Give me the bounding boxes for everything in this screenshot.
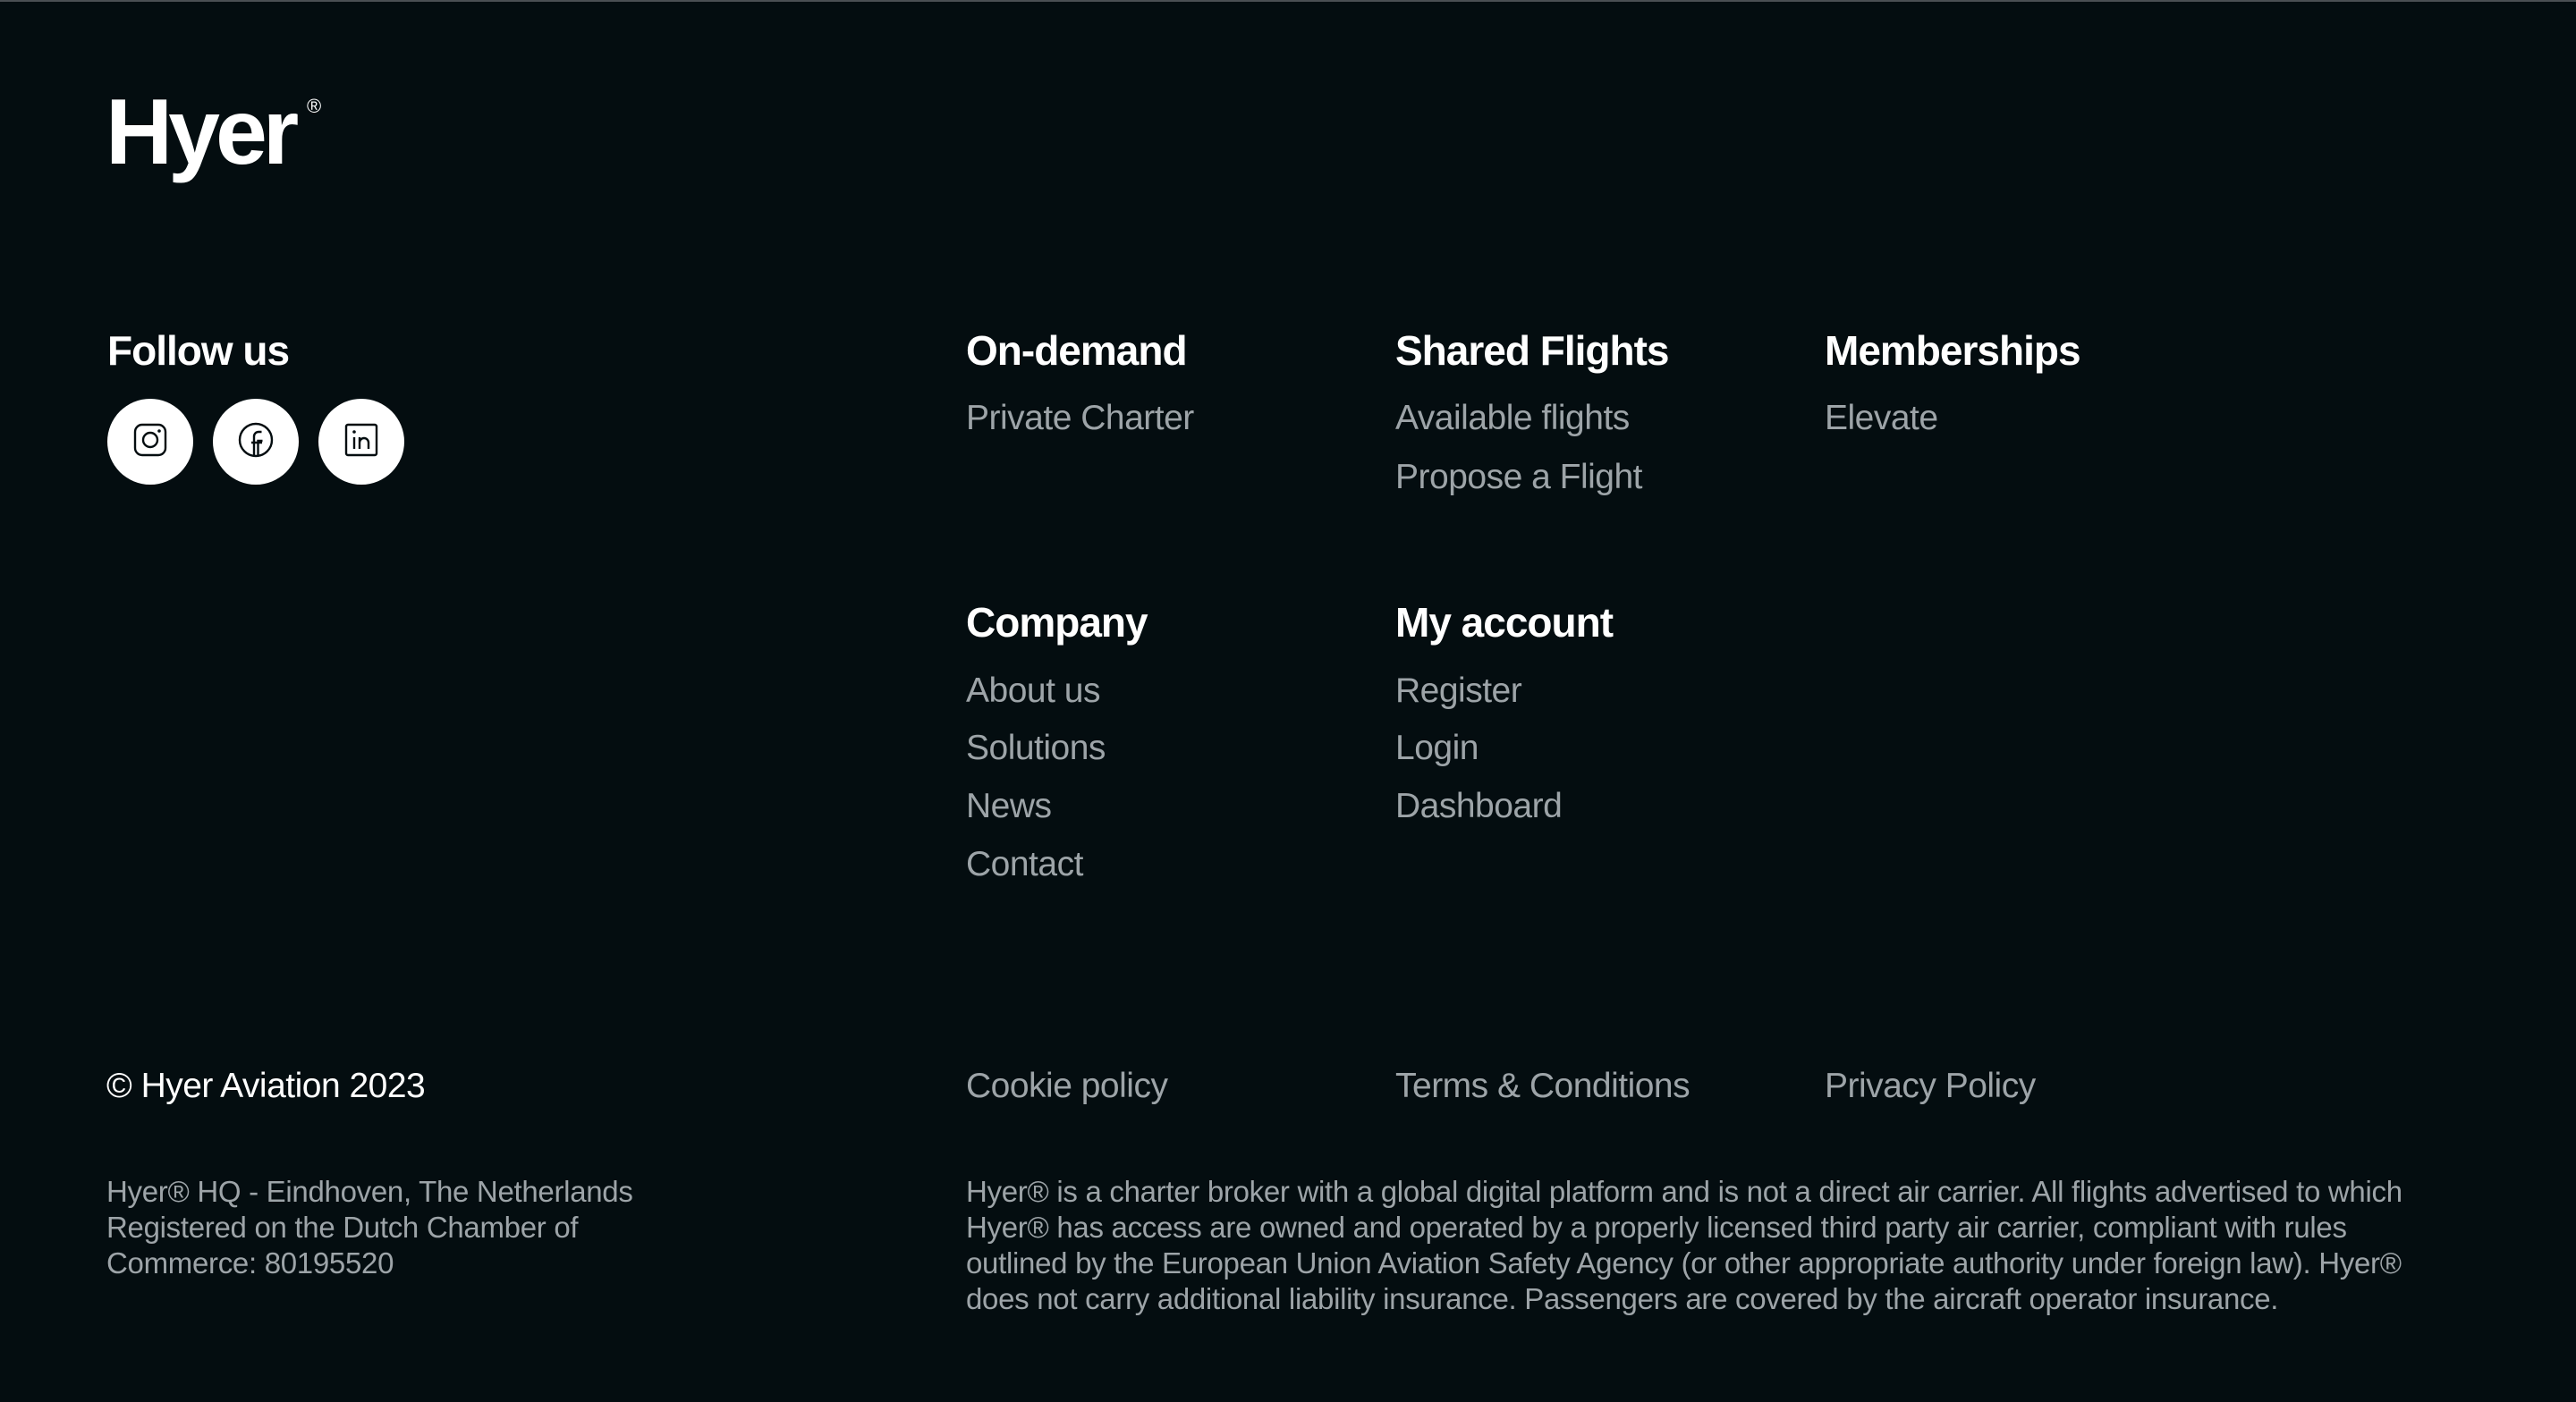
available-flights-link[interactable]: Available flights [1395,401,1630,435]
hyer-logo[interactable]: Hyer ® [106,86,321,179]
terms-conditions-link[interactable]: Terms & Conditions [1395,1068,1690,1103]
facebook-button[interactable] [213,399,299,485]
disclaimer-line: Hyer® is a charter broker with a global … [966,1175,2402,1208]
disclaimer-line: Hyer® has access are owned and operated … [966,1211,2347,1244]
privacy-policy-link[interactable]: Privacy Policy [1825,1068,2036,1103]
instagram-button[interactable] [107,399,193,485]
facebook-icon [237,421,275,463]
legal-disclaimer: Hyer® is a charter broker with a global … [966,1174,2540,1317]
memberships-heading: Memberships [1825,327,2081,374]
site-footer: Hyer ® Follow us On-demand Private Chart… [0,0,2576,1402]
about-us-link[interactable]: About us [966,673,1100,708]
linkedin-button[interactable] [318,399,404,485]
linkedin-icon [343,422,379,462]
register-link[interactable]: Register [1395,673,1522,708]
disclaimer-line: does not carry additional liability insu… [966,1282,2279,1315]
news-link[interactable]: News [966,789,1052,823]
elevate-link[interactable]: Elevate [1825,401,1938,435]
login-link[interactable]: Login [1395,731,1479,765]
shared-flights-heading: Shared Flights [1395,327,1669,374]
private-charter-link[interactable]: Private Charter [966,401,1194,435]
disclaimer-line: outlined by the European Union Aviation … [966,1246,2402,1280]
company-heading: Company [966,599,1148,646]
address-line: Registered on the Dutch Chamber of [106,1211,579,1244]
contact-link[interactable]: Contact [966,847,1083,882]
dashboard-link[interactable]: Dashboard [1395,789,1563,823]
solutions-link[interactable]: Solutions [966,731,1106,765]
follow-us-heading: Follow us [107,327,290,374]
copyright-text: © Hyer Aviation 2023 [106,1067,426,1105]
logo-text: Hyer [106,80,299,184]
logo-registered-mark: ® [307,95,322,117]
company-address: Hyer® HQ - Eindhoven, The Netherlands Re… [106,1174,786,1281]
my-account-heading: My account [1395,599,1614,646]
on-demand-heading: On-demand [966,327,1188,374]
cookie-policy-link[interactable]: Cookie policy [966,1068,1168,1103]
propose-a-flight-link[interactable]: Propose a Flight [1395,460,1643,494]
address-line: Commerce: 80195520 [106,1246,394,1280]
address-line: Hyer® HQ - Eindhoven, The Netherlands [106,1175,633,1208]
instagram-icon [132,422,168,462]
